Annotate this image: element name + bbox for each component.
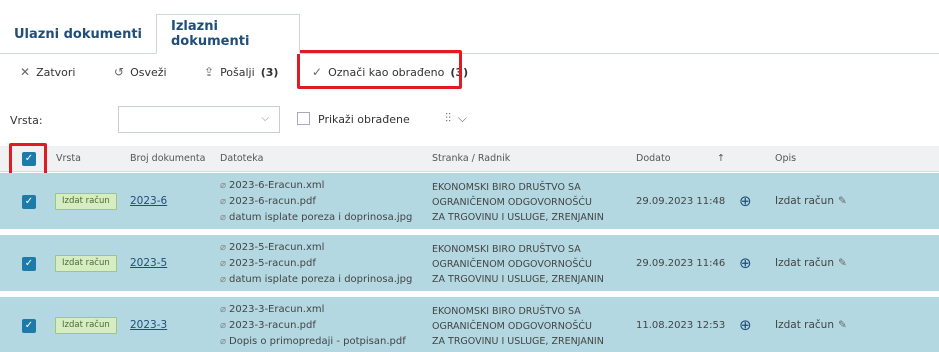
row-checkbox[interactable]: ✓ (22, 257, 36, 271)
paperclip-icon: ⌀ (220, 212, 227, 223)
pencil-icon[interactable]: ✎ (838, 257, 847, 269)
paperclip-icon: ⌀ (220, 242, 227, 253)
tab-izlazni-dokumenti[interactable]: Izlazni dokumenti (156, 14, 300, 54)
table-row[interactable]: ✓ Izdat račun 2023-3 ⌀ 2023-3-Eracun.xml … (0, 297, 939, 352)
description: Izdat račun ✎ (775, 257, 847, 269)
date-added: 11.08.2023 12:53 (636, 320, 726, 331)
description: Izdat račun ✎ (775, 195, 847, 207)
document-link[interactable]: 2023-6 (130, 195, 167, 207)
row-checkbox[interactable]: ✓ (22, 319, 36, 333)
file-item[interactable]: ⌀ 2023-3-Eracun.xml (220, 302, 406, 318)
close-button[interactable]: ✕ Zatvori (20, 54, 75, 90)
party-name: EKONOMSKI BIRO DRUŠTVO SA OGRANIČENOM OD… (432, 306, 604, 347)
show-processed-checkbox[interactable] (297, 112, 310, 125)
col-opis[interactable]: Opis (775, 153, 796, 164)
date-added: 29.09.2023 11:46 (636, 258, 726, 269)
col-stranka-radnik[interactable]: Stranka / Radnik (432, 153, 510, 164)
file-item[interactable]: ⌀ datum isplate poreza i doprinosa.jpg (220, 210, 412, 226)
filter-bar: Vrsta: ⌵ Prikaži obrađene ⫶⫶ ⌵ (0, 100, 939, 140)
file-item[interactable]: ⌀ Dopis o primopredaji - potpisan.pdf (220, 334, 406, 350)
file-item[interactable]: ⌀ 2023-3-racun.pdf (220, 318, 406, 334)
tab-bar: Ulazni dokumenti Izlazni dokumenti (0, 0, 939, 54)
file-list: ⌀ 2023-6-Eracun.xml ⌀ 2023-6-racun.pdf ⌀ da… (220, 178, 412, 226)
close-icon: ✕ (20, 65, 31, 79)
file-item[interactable]: ⌀ 2023-5-racun.pdf (220, 256, 412, 272)
paperclip-icon: ⌀ (220, 274, 227, 285)
settings-icon: ⫶⫶ (445, 111, 452, 125)
show-processed-label: Prikaži obrađene (318, 113, 410, 126)
paperclip-icon: ⌀ (220, 320, 227, 331)
date-added: 29.09.2023 11:48 (636, 196, 726, 207)
paperclip-icon: ⌀ (220, 336, 227, 347)
status-badge: Izdat račun (55, 193, 117, 210)
file-item[interactable]: ⌀ 2023-6-racun.pdf (220, 194, 412, 210)
file-list: ⌀ 2023-5-Eracun.xml ⌀ 2023-5-racun.pdf ⌀ da… (220, 240, 412, 288)
status-badge: Izdat račun (55, 255, 117, 272)
pencil-icon[interactable]: ✎ (838, 195, 847, 207)
table-row[interactable]: ✓ Izdat račun 2023-6 ⌀ 2023-6-Eracun.xml … (0, 173, 939, 231)
chevron-down-icon: ⌵ (457, 111, 467, 125)
sort-asc-icon[interactable]: ↑ (717, 153, 725, 164)
table-row[interactable]: ✓ Izdat račun 2023-5 ⌀ 2023-5-Eracun.xml … (0, 235, 939, 293)
document-link[interactable]: 2023-3 (130, 319, 167, 331)
column-settings-button[interactable]: ⫶⫶ ⌵ (445, 111, 467, 126)
col-broj-dokumenta[interactable]: Broj dokumenta (130, 153, 205, 164)
paperclip-icon: ⌀ (220, 196, 227, 207)
table-header: ✓ Vrsta Broj dokumenta Datoteka Stranka … (0, 146, 939, 172)
globe-icon[interactable]: ⊕ (739, 316, 752, 334)
file-list: ⌀ 2023-3-Eracun.xml ⌀ 2023-3-racun.pdf ⌀ Do… (220, 302, 406, 350)
paperclip-icon: ⌀ (220, 258, 227, 269)
col-vrsta[interactable]: Vrsta (56, 153, 81, 164)
paperclip-icon: ⌀ (220, 180, 227, 191)
paperclip-icon: ⌀ (220, 304, 227, 315)
refresh-icon: ↺ (114, 65, 125, 79)
globe-icon[interactable]: ⊕ (739, 192, 752, 210)
highlight-select-all (9, 143, 47, 177)
send-icon: ⇪ (204, 65, 215, 79)
file-item[interactable]: ⌀ 2023-6-Eracun.xml (220, 178, 412, 194)
description: Izdat račun ✎ (775, 319, 847, 331)
globe-icon[interactable]: ⊕ (739, 254, 752, 272)
pencil-icon[interactable]: ✎ (838, 319, 847, 331)
status-badge: Izdat račun (55, 317, 117, 334)
vrsta-label: Vrsta: (10, 114, 43, 127)
highlight-mark-processed (297, 50, 462, 89)
chevron-down-icon: ⌵ (261, 113, 269, 124)
col-datoteka[interactable]: Datoteka (220, 153, 263, 164)
party-name: EKONOMSKI BIRO DRUŠTVO SA OGRANIČENOM OD… (432, 244, 604, 285)
party-name: EKONOMSKI BIRO DRUŠTVO SA OGRANIČENOM OD… (432, 182, 604, 223)
document-link[interactable]: 2023-5 (130, 257, 167, 269)
send-button[interactable]: ⇪ Pošalji (3) (204, 54, 278, 90)
row-checkbox[interactable]: ✓ (22, 195, 36, 209)
tab-ulazni-dokumenti[interactable]: Ulazni dokumenti (0, 14, 156, 54)
col-dodato[interactable]: Dodato (636, 153, 671, 164)
vrsta-select[interactable]: ⌵ (118, 106, 280, 133)
file-item[interactable]: ⌀ 2023-5-Eracun.xml (220, 240, 412, 256)
refresh-button[interactable]: ↺ Osveži (114, 54, 167, 90)
toolbar: ✕ Zatvori ↺ Osveži ⇪ Pošalji (3) ✓ Označ… (0, 54, 939, 90)
file-item[interactable]: ⌀ datum isplate poreza i doprinosa.jpg (220, 272, 412, 288)
